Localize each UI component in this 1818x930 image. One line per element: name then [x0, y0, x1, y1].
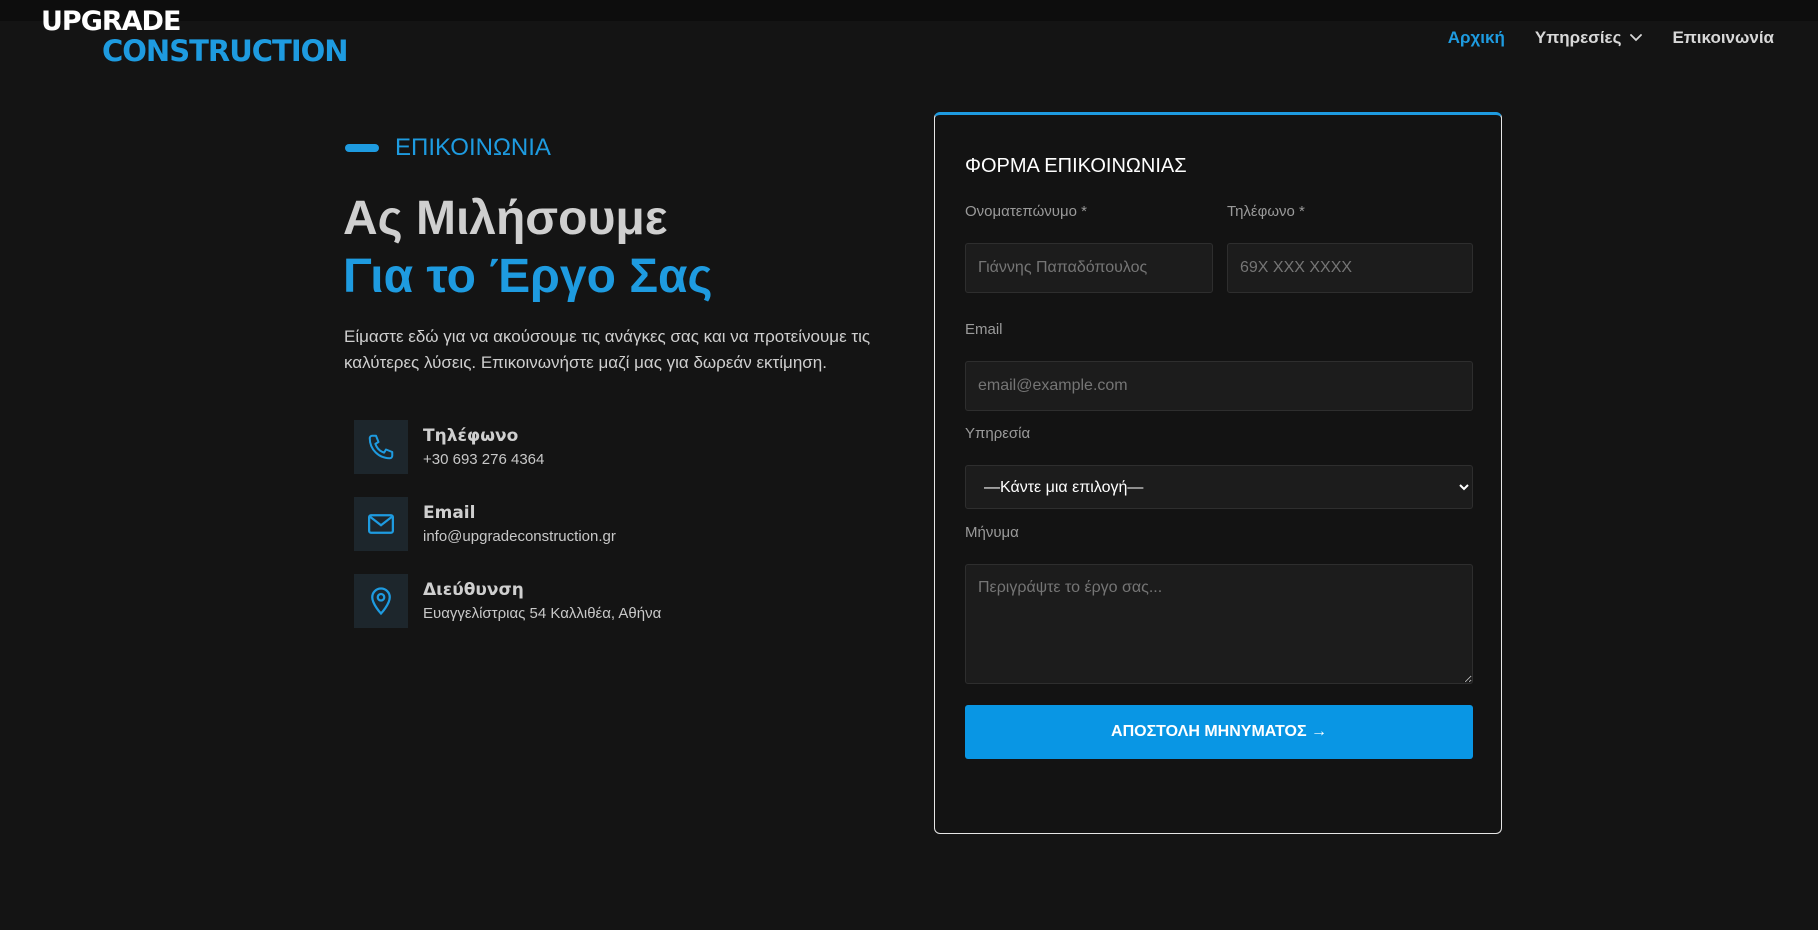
contact-value[interactable]: +30 693 276 4364: [423, 451, 544, 469]
name-input[interactable]: [965, 243, 1213, 293]
logo[interactable]: UPGRADE CONSTRUCTION: [41, 6, 349, 68]
phone-label: Τηλέφωνο *: [1227, 203, 1305, 220]
contact-form: ΦΟΡΜΑ ΕΠΙΚΟΙΝΩΝΙΑΣ Ονοματεπώνυμο * Τηλέφ…: [934, 112, 1502, 834]
service-label: Υπηρεσία: [965, 425, 1031, 442]
contact-email: Email info@upgradeconstruction.gr: [354, 497, 854, 551]
contact-address: Διεύθυνση Ευαγγελίστριας 54 Καλλιθέα, Αθ…: [354, 574, 854, 628]
contact-title: Email: [423, 503, 476, 523]
chevron-down-icon: [1630, 34, 1643, 42]
main-nav: Αρχική Υπηρεσίες Επικοινωνία: [1418, 28, 1774, 48]
site-header: UPGRADE CONSTRUCTION Αρχική Υπηρεσίες Επ…: [0, 0, 1818, 70]
nav-item-label: Αρχική: [1447, 28, 1505, 47]
eyebrow-bar: [345, 144, 379, 152]
submit-button[interactable]: ΑΠΟΣΤΟΛΗ ΜΗΝΥΜΑΤΟΣ →: [965, 705, 1473, 759]
logo-line1: UPGRADE: [41, 6, 181, 37]
title-line1: Ας Μιλήσουμε: [343, 192, 668, 245]
service-select[interactable]: —Κάντε μια επιλογή—: [965, 465, 1473, 509]
email-label: Email: [965, 321, 1003, 338]
email-input[interactable]: [965, 361, 1473, 411]
contact-value[interactable]: info@upgradeconstruction.gr: [423, 528, 616, 546]
section-eyebrow: ΕΠΙΚΟΙΝΩΝΙΑ: [345, 134, 551, 162]
phone-input[interactable]: [1227, 243, 1473, 293]
nav-item-services[interactable]: Υπηρεσίες: [1535, 28, 1643, 48]
contact-value: Ευαγγελίστριας 54 Καλλιθέα, Αθήνα: [423, 605, 662, 622]
location-pin-icon: [354, 574, 408, 628]
envelope-icon: [354, 497, 408, 551]
name-label: Ονοματεπώνυμο *: [965, 203, 1087, 220]
form-title: ΦΟΡΜΑ ΕΠΙΚΟΙΝΩΝΙΑΣ: [965, 155, 1187, 177]
eyebrow-text: ΕΠΙΚΟΙΝΩΝΙΑ: [395, 134, 551, 161]
title-line2: Για το Έργο Σας: [343, 250, 713, 303]
contact-phone: Τηλέφωνο +30 693 276 4364: [354, 420, 854, 474]
nav-item-home[interactable]: Αρχική: [1448, 28, 1505, 48]
message-textarea[interactable]: [965, 564, 1473, 684]
logo-line2: CONSTRUCTION: [102, 34, 349, 68]
nav-item-label: Επικοινωνία: [1672, 28, 1774, 47]
phone-icon: [354, 420, 408, 474]
nav-item-label: Υπηρεσίες: [1534, 28, 1622, 47]
message-label: Μήνυμα: [965, 524, 1019, 541]
contact-title: Τηλέφωνο: [423, 426, 519, 446]
intro-text: Είμαστε εδώ για να ακούσουμε τις ανάγκες…: [344, 327, 871, 372]
contact-title: Διεύθυνση: [423, 580, 524, 600]
page-title: Ας Μιλήσουμε Για το Έργο Σας: [343, 190, 713, 306]
nav-item-contact[interactable]: Επικοινωνία: [1672, 28, 1774, 48]
